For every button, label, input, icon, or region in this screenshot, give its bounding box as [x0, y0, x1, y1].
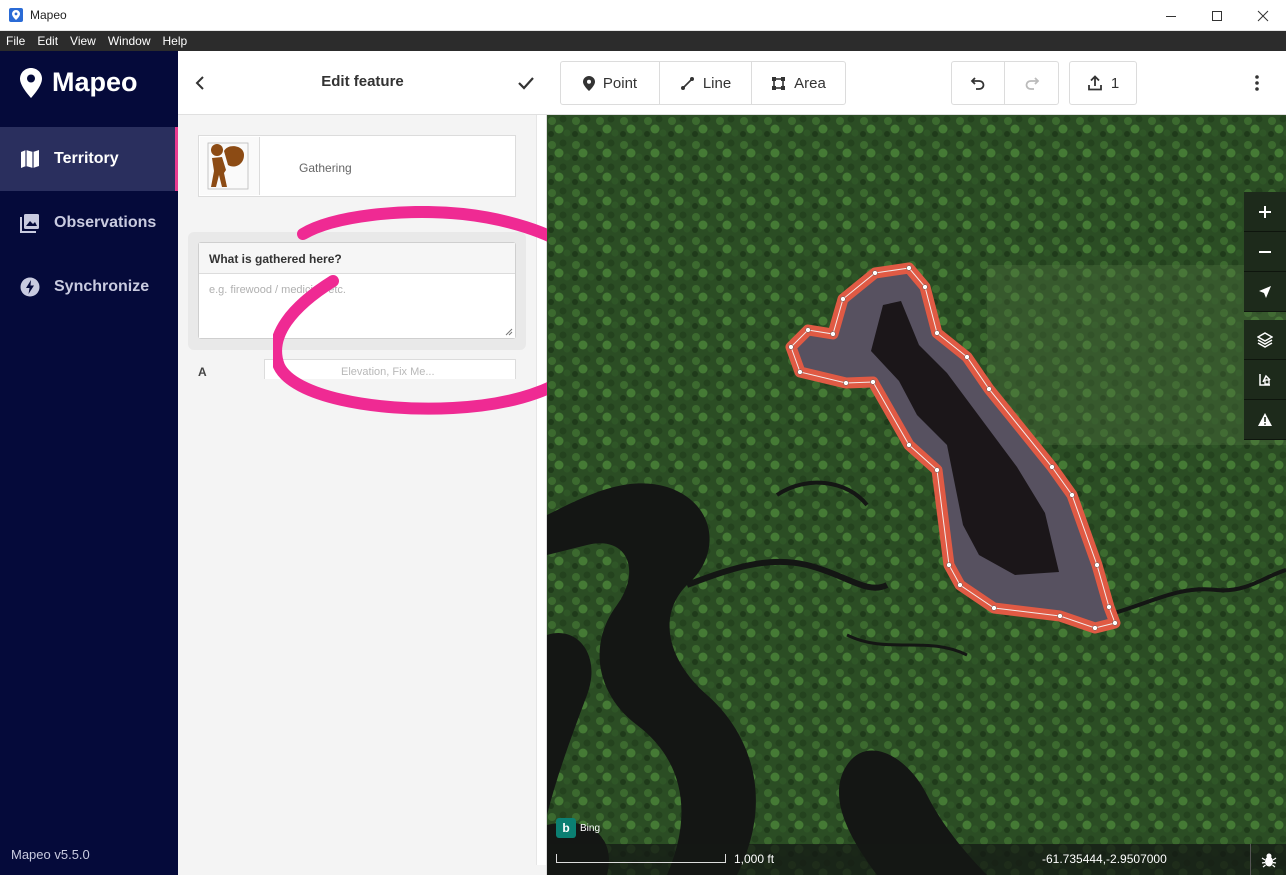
minimize-button[interactable] — [1148, 0, 1194, 31]
sidebar-item-observations[interactable]: Observations — [0, 191, 178, 255]
point-button[interactable]: Point — [561, 62, 660, 104]
app-icon — [9, 8, 23, 22]
undo-button[interactable] — [952, 62, 1005, 104]
map-tools — [1244, 320, 1286, 440]
redo-button[interactable] — [1005, 62, 1058, 104]
sidebar: Mapeo Territory Observations Synchronize… — [0, 51, 178, 875]
map-footer: 1,000 ft -61.735444,-2.9507000 — [547, 844, 1286, 875]
minus-icon — [1259, 250, 1271, 253]
more-options-button[interactable] — [1245, 71, 1269, 95]
done-button[interactable] — [514, 71, 538, 95]
upload-icon — [1087, 75, 1102, 91]
sidebar-item-label: Observations — [54, 214, 157, 231]
map-controls — [1244, 192, 1286, 448]
window-title: Mapeo — [30, 8, 67, 22]
zoom-controls — [1244, 192, 1286, 312]
navigation-arrow-icon — [1259, 285, 1271, 298]
history-group — [951, 61, 1059, 105]
satellite-imagery — [547, 115, 1286, 875]
sidebar-item-label: Synchronize — [54, 278, 150, 295]
area-label: Area — [794, 74, 826, 92]
bug-icon — [1261, 853, 1276, 867]
line-button[interactable]: Line — [660, 62, 752, 104]
menu-bar: File Edit View Window Help — [0, 31, 1286, 51]
upload-count: 1 — [1110, 74, 1120, 92]
maximize-icon — [1212, 10, 1222, 21]
panel-header: Edit feature — [178, 51, 547, 115]
edit-feature-panel: Edit feature Gathering Zoom What is gath… — [178, 51, 620, 875]
more-vertical-icon — [1255, 75, 1259, 91]
map-toolbar: Point Line Area 1 — [547, 51, 1286, 115]
undo-icon — [970, 77, 985, 90]
warning-icon — [1258, 413, 1272, 426]
geolocate-button[interactable] — [1244, 272, 1286, 312]
panel-scrollbar[interactable] — [536, 115, 546, 865]
app-version: Mapeo v5.5.0 — [11, 847, 90, 862]
gathering-preset-icon — [200, 137, 260, 195]
cursor-coordinates: -61.735444,-2.9507000 — [1042, 852, 1167, 866]
next-field-label: A — [198, 365, 207, 379]
zoom-in-button[interactable] — [1244, 192, 1286, 232]
draw-mode-group: Point Line Area — [560, 61, 846, 105]
resize-grip-icon[interactable] — [505, 328, 513, 336]
bing-attribution[interactable]: b Bing — [556, 818, 600, 838]
sidebar-item-label: Territory — [54, 150, 119, 167]
preset-name: Gathering — [299, 161, 352, 175]
map-data-button[interactable] — [1244, 360, 1286, 400]
area-button[interactable]: Area — [752, 62, 845, 104]
line-icon — [680, 76, 694, 90]
next-field-input[interactable]: Elevation, Fix Me... — [264, 359, 516, 379]
panel-title: Edit feature — [321, 73, 404, 90]
next-field-row: A Elevation, Fix Me... — [198, 359, 516, 379]
map-icon — [21, 150, 39, 168]
preset-selector[interactable]: Gathering — [198, 135, 516, 197]
bing-logo-icon: b — [556, 818, 576, 838]
map-view[interactable]: b Bing 1,000 ft -61.735444,-2.9507000 — [547, 115, 1286, 875]
plus-icon — [1259, 205, 1271, 218]
minimize-icon — [1166, 15, 1176, 17]
scale-bar — [556, 854, 726, 863]
sidebar-item-territory[interactable]: Territory — [0, 127, 178, 191]
scale-label: 1,000 ft — [734, 852, 775, 866]
point-label: Point — [602, 74, 638, 92]
point-icon — [582, 75, 595, 91]
line-label: Line — [702, 74, 732, 92]
checkmark-icon — [518, 77, 534, 90]
title-bar: Mapeo — [0, 0, 1286, 31]
layers-icon — [1257, 331, 1273, 348]
menu-help[interactable]: Help — [157, 34, 194, 48]
brand-name: Mapeo — [52, 67, 138, 97]
brand: Mapeo — [20, 67, 138, 98]
issues-button[interactable] — [1244, 400, 1286, 440]
layers-button[interactable] — [1244, 320, 1286, 360]
redo-icon — [1025, 77, 1039, 90]
gathered-field: What is gathered here? — [198, 242, 516, 339]
zoom-out-button[interactable] — [1244, 232, 1286, 272]
field-label: What is gathered here? — [199, 243, 515, 274]
gathered-input[interactable] — [199, 275, 515, 338]
menu-edit[interactable]: Edit — [31, 34, 64, 48]
close-icon — [1257, 10, 1269, 21]
maximize-button[interactable] — [1194, 0, 1240, 31]
zoom-link[interactable]: Zoom — [442, 206, 470, 218]
menu-window[interactable]: Window — [102, 34, 157, 48]
upload-button[interactable]: 1 — [1070, 62, 1136, 104]
sidebar-item-synchronize[interactable]: Synchronize — [0, 255, 178, 319]
upload-group: 1 — [1069, 61, 1137, 105]
report-bug-button[interactable] — [1250, 844, 1286, 875]
photos-icon — [20, 214, 39, 233]
menu-file[interactable]: File — [0, 34, 31, 48]
map-data-icon — [1259, 373, 1271, 386]
lightning-icon — [20, 277, 40, 297]
close-button[interactable] — [1240, 0, 1286, 31]
attribution-text: Bing — [580, 822, 601, 834]
area-icon — [772, 76, 786, 90]
location-pin-icon — [20, 67, 42, 98]
menu-view[interactable]: View — [64, 34, 102, 48]
